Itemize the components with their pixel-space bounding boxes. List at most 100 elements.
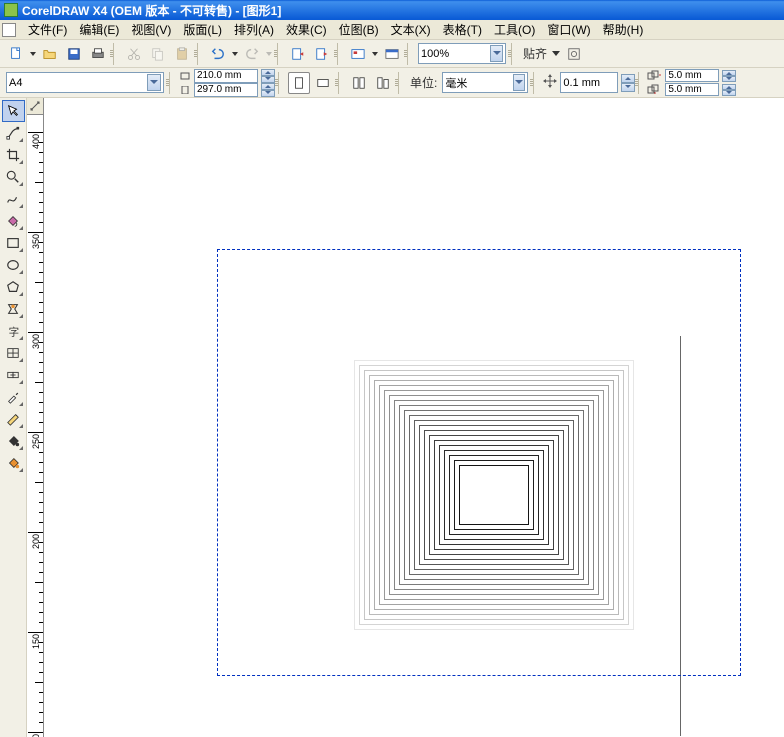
eyedropper-tool[interactable]	[2, 386, 25, 408]
menu-bitmap[interactable]: 位图(B)	[333, 19, 385, 40]
undo-button[interactable]	[207, 43, 229, 65]
dup-y-field[interactable]	[665, 83, 719, 96]
copy-button[interactable]	[147, 43, 169, 65]
paper-width-field[interactable]	[194, 69, 258, 83]
apply-current-button[interactable]	[372, 72, 394, 94]
separator	[337, 43, 343, 65]
height-spinner[interactable]	[261, 83, 275, 97]
open-button[interactable]	[39, 43, 61, 65]
menu-text[interactable]: 文本(X)	[385, 19, 437, 40]
units-input[interactable]	[445, 77, 510, 89]
freehand-tool[interactable]	[2, 188, 25, 210]
menu-edit[interactable]: 编辑(E)	[73, 19, 125, 40]
table-tool[interactable]	[2, 342, 25, 364]
width-icon	[178, 69, 192, 83]
polygon-tool[interactable]	[2, 276, 25, 298]
paper-size-dropdown[interactable]	[6, 72, 164, 93]
paper-height-field[interactable]	[194, 83, 258, 97]
basic-shapes-tool[interactable]	[2, 298, 25, 320]
separator	[277, 43, 283, 65]
fill-tool[interactable]	[2, 430, 25, 452]
nudge-icon	[542, 73, 558, 92]
separator	[407, 43, 413, 65]
separator	[398, 72, 404, 94]
menu-file[interactable]: 文件(F)	[22, 19, 73, 40]
height-icon	[178, 83, 192, 97]
paper-size-drop-btn[interactable]	[147, 74, 161, 91]
snap-label: 贴齐	[523, 45, 547, 62]
zoom-dropdown[interactable]	[418, 43, 506, 64]
menu-help[interactable]: 帮助(H)	[597, 19, 650, 40]
paste-button[interactable]	[171, 43, 193, 65]
export-button[interactable]	[311, 43, 333, 65]
save-button[interactable]	[63, 43, 85, 65]
landscape-button[interactable]	[312, 72, 334, 94]
menu-arrange[interactable]: 排列(A)	[228, 19, 280, 40]
rectangle-tool[interactable]	[2, 232, 25, 254]
app-icon	[4, 3, 18, 17]
width-spinner[interactable]	[261, 69, 275, 83]
units-dropdown[interactable]	[442, 72, 528, 93]
options-button[interactable]	[563, 43, 585, 65]
new-button[interactable]	[5, 43, 27, 65]
cut-button[interactable]	[123, 43, 145, 65]
menu-window[interactable]: 窗口(W)	[541, 19, 596, 40]
units-drop-btn[interactable]	[513, 74, 526, 91]
zoom-drop-btn[interactable]	[490, 45, 503, 62]
units-label: 单位:	[410, 74, 437, 91]
smart-fill-tool[interactable]	[2, 210, 25, 232]
nudge-spinner[interactable]	[621, 74, 635, 92]
text-tool[interactable]: 字	[2, 320, 25, 342]
nudge-input[interactable]	[563, 77, 615, 89]
ruler-origin[interactable]	[27, 98, 44, 115]
apply-all-button[interactable]	[348, 72, 370, 94]
nudge-field[interactable]	[560, 72, 618, 93]
welcome-button[interactable]	[381, 43, 403, 65]
pick-tool[interactable]	[2, 100, 25, 122]
vertical-ruler[interactable]: 400350300250200150100	[27, 115, 44, 737]
workspace: 字 350300250200150100500 4003503002502001…	[0, 98, 784, 737]
paper-size-input[interactable]	[9, 77, 145, 89]
property-bar: 单位:	[0, 68, 784, 98]
doc-icon[interactable]	[2, 23, 16, 37]
ellipse-tool[interactable]	[2, 254, 25, 276]
menu-tools[interactable]: 工具(O)	[488, 19, 541, 40]
titlebar: CorelDRAW X4 (OEM 版本 - 不可转售) - [图形1]	[0, 0, 784, 20]
zoom-input[interactable]	[421, 48, 488, 60]
dupy-spinner[interactable]	[722, 84, 736, 96]
outline-tool[interactable]	[2, 408, 25, 430]
separator	[278, 72, 284, 94]
interactive-fill-tool[interactable]	[2, 452, 25, 474]
svg-text:字: 字	[9, 325, 20, 338]
dupx-spinner[interactable]	[722, 70, 736, 82]
portrait-button[interactable]	[288, 72, 310, 94]
dup-y-input[interactable]	[668, 84, 716, 95]
new-dropdown[interactable]	[28, 52, 38, 56]
menu-effects[interactable]: 效果(C)	[280, 19, 333, 40]
separator	[338, 72, 344, 94]
drawing-canvas[interactable]	[44, 115, 784, 737]
dup-x-input[interactable]	[668, 70, 716, 81]
interactive-tool[interactable]	[2, 364, 25, 386]
app-launcher-button[interactable]	[347, 43, 369, 65]
paper-width-input[interactable]	[197, 70, 255, 81]
separator	[638, 72, 644, 94]
snap-dropdown[interactable]	[550, 51, 562, 56]
menu-layout[interactable]: 版面(L)	[177, 19, 228, 40]
undo-dropdown[interactable]	[230, 52, 240, 56]
import-button[interactable]	[287, 43, 309, 65]
crop-tool[interactable]	[2, 144, 25, 166]
dup-x-field[interactable]	[665, 69, 719, 82]
print-button[interactable]	[87, 43, 109, 65]
redo-button[interactable]	[241, 43, 263, 65]
menu-view[interactable]: 视图(V)	[125, 19, 177, 40]
paper-height-input[interactable]	[197, 84, 255, 95]
menubar[interactable]: 文件(F) 编辑(E) 视图(V) 版面(L) 排列(A) 效果(C) 位图(B…	[0, 20, 784, 40]
standard-toolbar: 贴齐	[0, 40, 784, 68]
separator	[113, 43, 119, 65]
menu-table[interactable]: 表格(T)	[437, 19, 488, 40]
redo-dropdown[interactable]	[264, 52, 274, 56]
zoom-tool[interactable]	[2, 166, 25, 188]
shape-tool[interactable]	[2, 122, 25, 144]
app-launcher-drop[interactable]	[370, 52, 380, 56]
